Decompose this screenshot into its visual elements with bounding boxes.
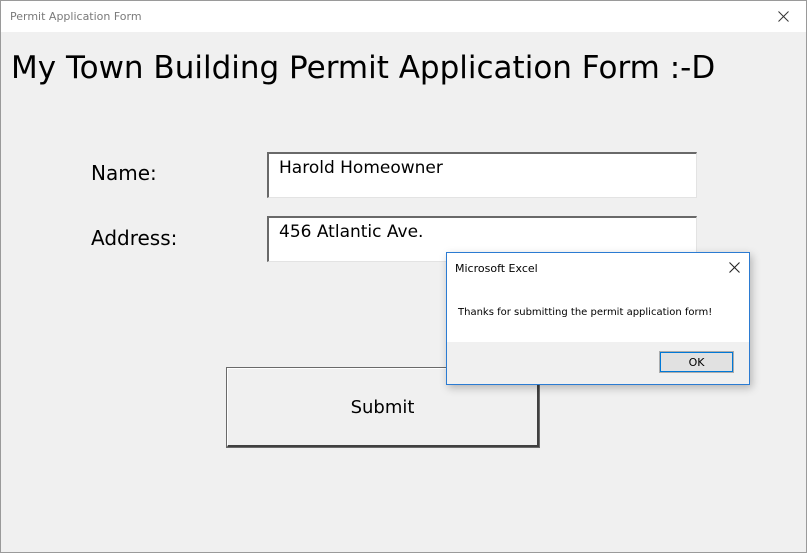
name-label: Name: bbox=[91, 161, 157, 185]
message-dialog: Microsoft Excel Thanks for submitting th… bbox=[446, 252, 750, 385]
dialog-footer: OK bbox=[447, 342, 749, 384]
window-titlebar: Permit Application Form bbox=[1, 1, 806, 32]
address-label: Address: bbox=[91, 226, 178, 250]
form-heading: My Town Building Permit Application Form… bbox=[11, 50, 716, 86]
window-title: Permit Application Form bbox=[10, 10, 142, 23]
close-icon bbox=[728, 261, 740, 273]
name-field[interactable]: Harold Homeowner bbox=[267, 152, 697, 198]
dialog-title: Microsoft Excel bbox=[455, 262, 538, 275]
ok-button[interactable]: OK bbox=[659, 351, 734, 373]
close-icon bbox=[777, 11, 789, 22]
window-close-button[interactable] bbox=[760, 1, 806, 32]
dialog-message: Thanks for submitting the permit applica… bbox=[458, 307, 713, 318]
dialog-close-button[interactable] bbox=[727, 260, 741, 274]
